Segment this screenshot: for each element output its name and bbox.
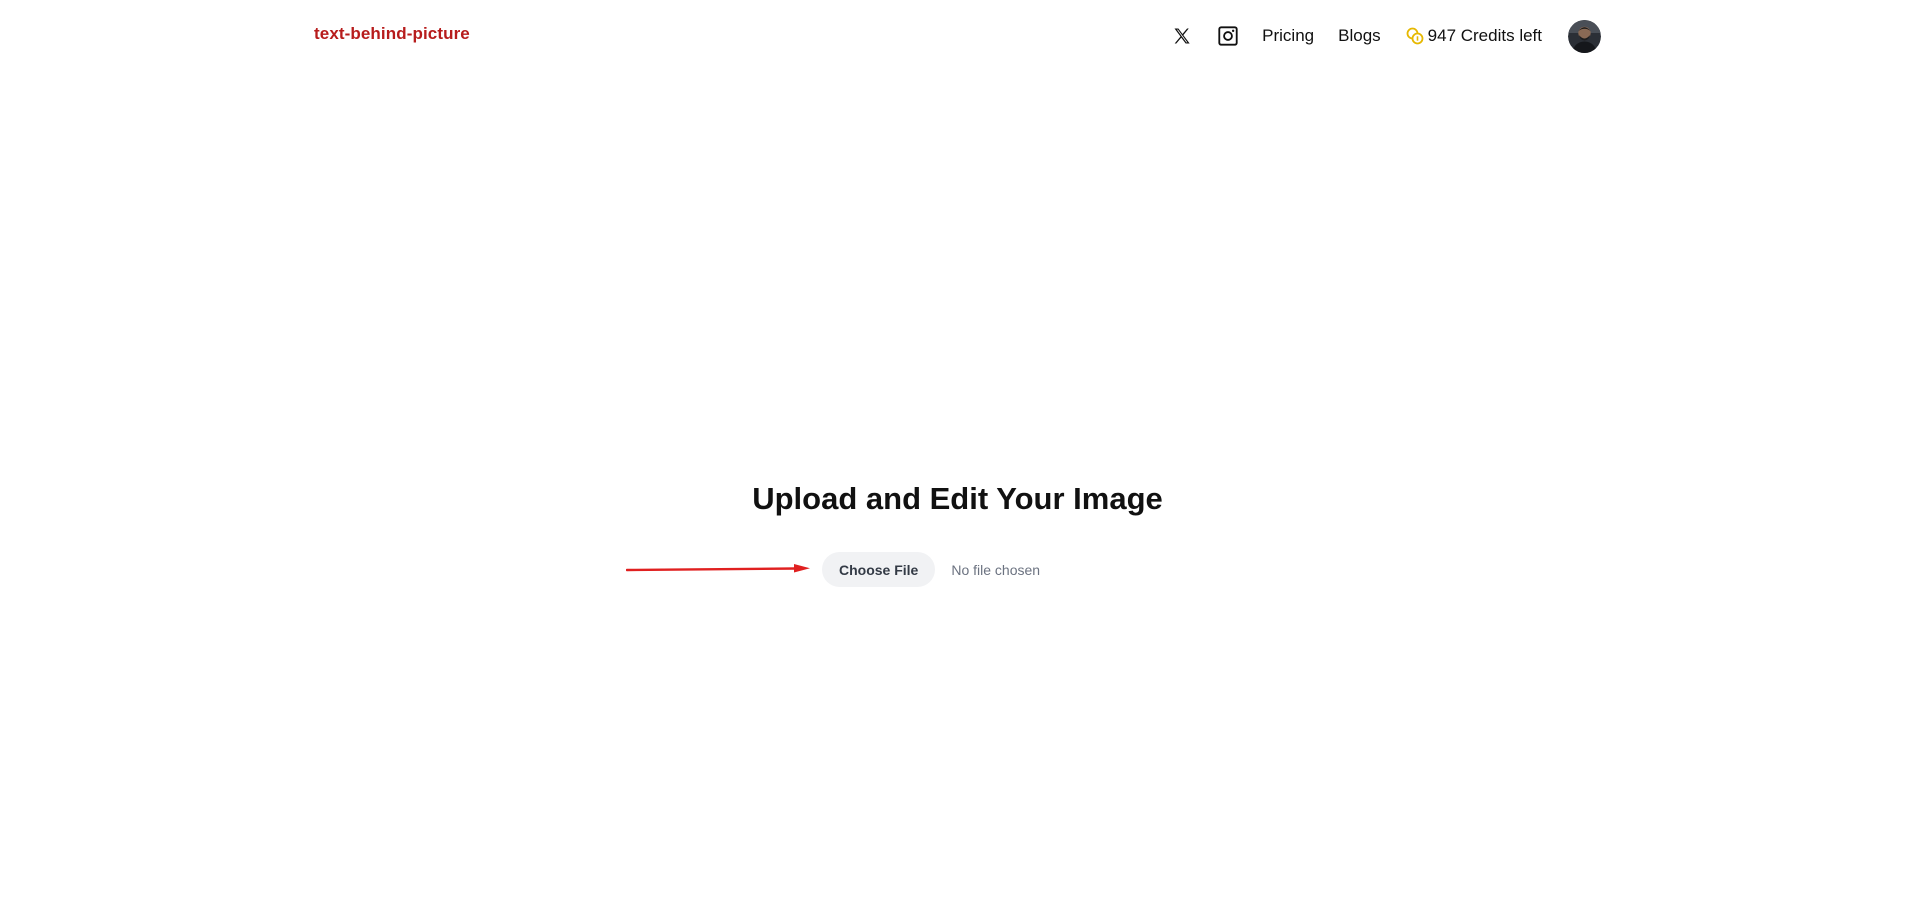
instagram-icon[interactable] bbox=[1216, 24, 1240, 48]
annotation-arrow bbox=[626, 564, 810, 573]
choose-file-button[interactable]: Choose File bbox=[822, 552, 936, 587]
page-title: Upload and Edit Your Image bbox=[752, 481, 1163, 516]
top-navbar: text-behind-picture Pricing Blogs 947 Cr… bbox=[0, 0, 1905, 72]
user-avatar[interactable] bbox=[1568, 19, 1601, 53]
coins-icon bbox=[1405, 26, 1425, 46]
nav-menu: Pricing Blogs 947 Credits left bbox=[1170, 16, 1601, 56]
credits-indicator: 947 Credits left bbox=[1405, 26, 1542, 46]
credits-label: 947 Credits left bbox=[1427, 26, 1542, 45]
nav-link-blogs[interactable]: Blogs bbox=[1338, 26, 1381, 46]
brand-logo-link[interactable]: text-behind-picture bbox=[314, 24, 470, 44]
file-upload: Choose File No file chosen bbox=[822, 552, 1040, 587]
nav-link-pricing[interactable]: Pricing bbox=[1262, 26, 1314, 46]
page: text-behind-picture Pricing Blogs 947 Cr… bbox=[0, 0, 1905, 919]
x-twitter-icon[interactable] bbox=[1170, 24, 1194, 48]
file-status-text: No file chosen bbox=[951, 561, 1041, 578]
